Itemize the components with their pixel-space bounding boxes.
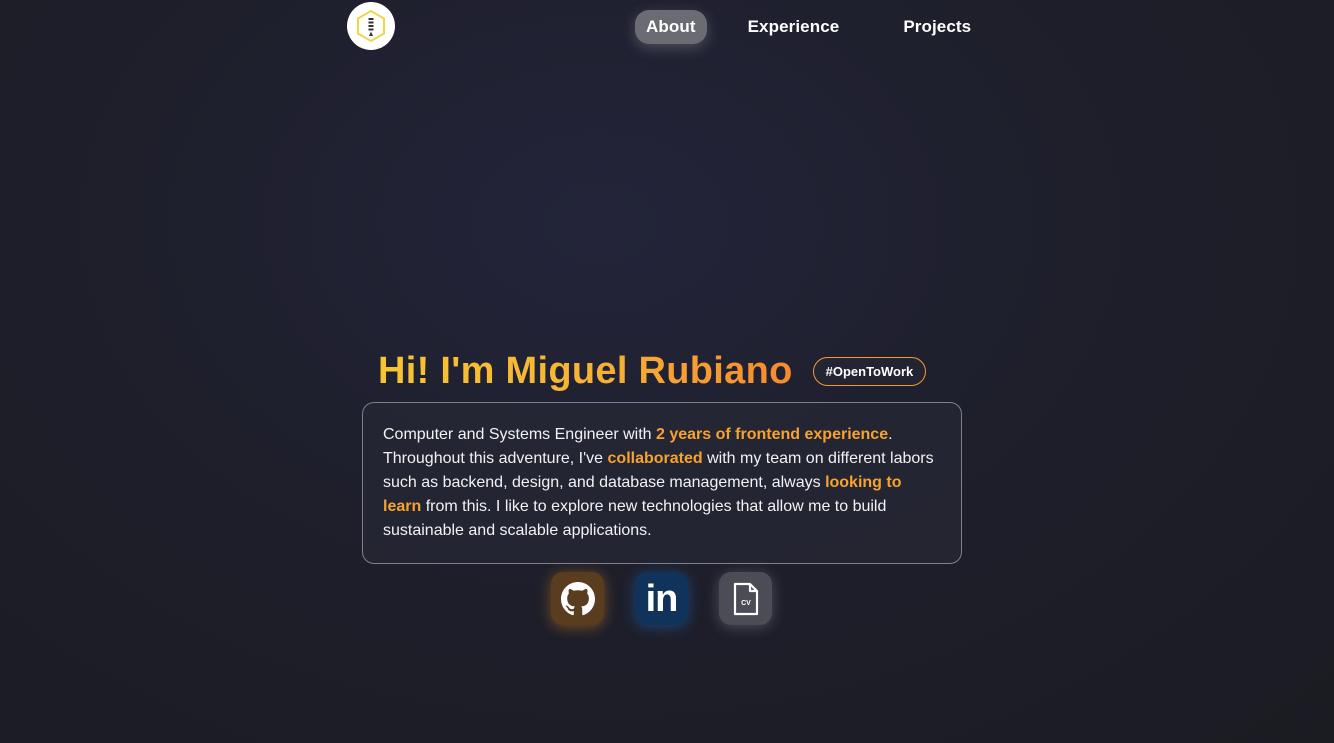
bio-highlight-experience: 2 years of frontend experience: [656, 426, 889, 443]
cv-download-button[interactable]: CV: [719, 572, 772, 625]
bio-text-part: from this. I like to explore new technol…: [383, 498, 887, 539]
nav-item-projects[interactable]: Projects: [892, 10, 982, 44]
github-icon: [560, 581, 595, 615]
cv-label: CV: [741, 600, 751, 607]
bio-text-part: Computer and Systems Engineer with: [383, 426, 657, 443]
social-links: in CV: [551, 572, 772, 625]
main-nav: About Experience Projects: [635, 10, 982, 44]
hero-header: Hi! I'm Miguel Rubiano #OpenToWork: [378, 348, 927, 394]
hero-title: Hi! I'm Miguel Rubiano: [378, 350, 793, 392]
linkedin-icon: in: [645, 577, 679, 620]
nav-item-experience[interactable]: Experience: [737, 10, 851, 44]
linkedin-button[interactable]: in: [635, 572, 688, 625]
bio-card: Computer and Systems Engineer with 2 yea…: [362, 402, 962, 564]
cv-document-icon: CV: [733, 582, 758, 615]
github-button[interactable]: [551, 572, 604, 625]
bio-highlight-collaborated: collaborated: [607, 450, 703, 467]
nav-item-about[interactable]: About: [635, 10, 707, 44]
bio-text: Computer and Systems Engineer with 2 yea…: [383, 423, 941, 543]
hexagon-logo-icon: [357, 9, 385, 43]
open-to-work-badge: #OpenToWork: [812, 356, 927, 386]
site-logo[interactable]: [347, 2, 395, 50]
